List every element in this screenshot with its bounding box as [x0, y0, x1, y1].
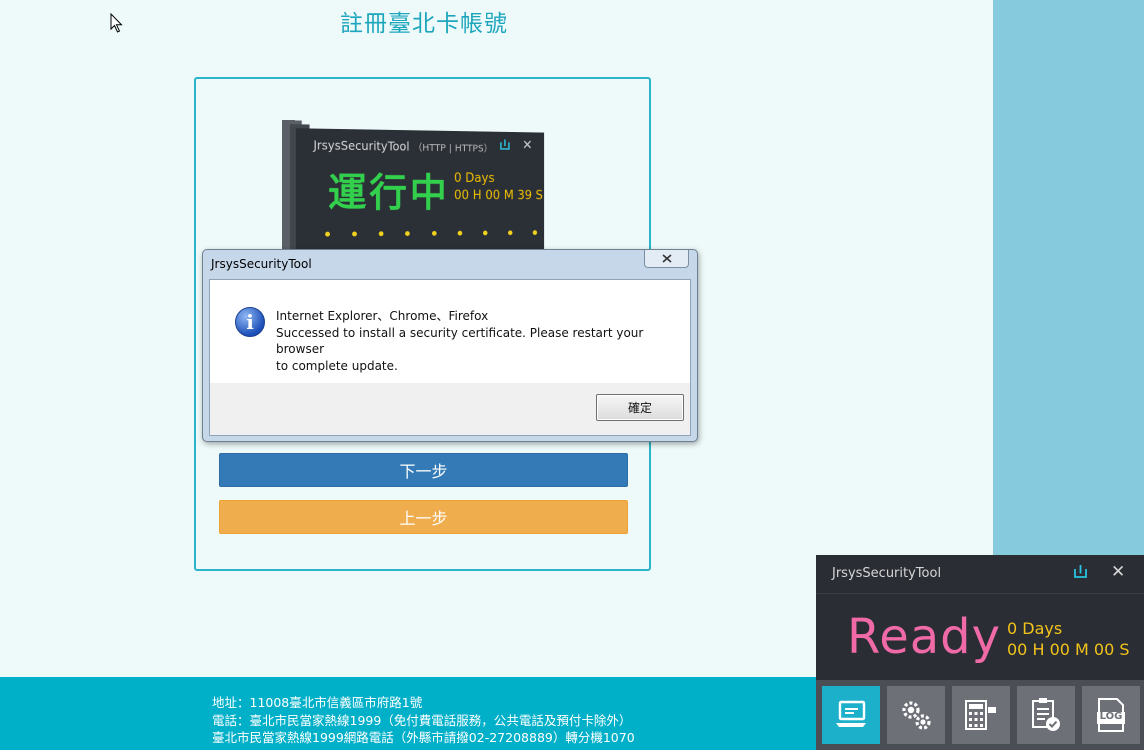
dialog-message-line: Successed to install a security certific… [276, 325, 644, 357]
security-tool-widget: JrsysSecurityTool ✕ Ready 0 Days 00 H 00… [816, 555, 1144, 750]
widget-divider [816, 593, 1144, 594]
widget-close-button[interactable]: ✕ [1111, 562, 1125, 582]
tool-preview-name: JrsysSecurityTool [313, 138, 410, 154]
dialog-message: Internet Explorer、Chrome、Firefox Success… [276, 308, 676, 374]
calculator-button[interactable] [952, 686, 1010, 744]
pin-icon[interactable] [1074, 565, 1087, 582]
monitor-icon [836, 700, 866, 727]
settings-button[interactable] [887, 686, 945, 744]
footer-phone: 電話：臺北市民當家熱線1999（免付費電話服務，公共電話及預付卡除外） [212, 712, 632, 728]
dialog-footer: 確定 [209, 383, 691, 436]
footer-contact: 地址：11008臺北市信義區市府路1號 電話：臺北市民當家熱線1999（免付費電… [212, 694, 635, 747]
checklist-button[interactable] [1017, 686, 1075, 744]
previous-step-button[interactable]: 上一步 [219, 500, 628, 534]
dialog-message-line: Internet Explorer、Chrome、Firefox [276, 309, 489, 323]
widget-status: Ready [847, 609, 1002, 665]
next-step-button[interactable]: 下一步 [219, 453, 628, 487]
tool-preview-dots [325, 230, 538, 237]
widget-days: 0 Days [1007, 619, 1063, 638]
tool-preview-status: 運行中 [328, 170, 450, 216]
footer-address: 地址：11008臺北市信義區市府路1號 [212, 695, 423, 710]
pin-icon [500, 139, 510, 152]
mouse-cursor-icon [110, 13, 123, 33]
info-icon: i [235, 307, 265, 337]
tool-preview-protocol: （HTTP | HTTPS） [413, 142, 493, 155]
log-label: LOG [1099, 711, 1123, 722]
ok-button[interactable]: 確定 [596, 394, 684, 421]
checklist-icon [1032, 698, 1060, 731]
dialog-close-button[interactable] [644, 250, 689, 268]
settings-icon [902, 701, 931, 730]
log-button[interactable]: LOG [1082, 686, 1140, 744]
dialog-body: i Internet Explorer、Chrome、Firefox Succe… [209, 279, 691, 383]
tool-preview-title: JrsysSecurityTool （HTTP | HTTPS） [313, 137, 492, 154]
page-title: 註冊臺北卡帳號 [340, 11, 508, 37]
dialog-title: JrsysSecurityTool [211, 257, 312, 271]
tool-preview-time: 00 H 00 M 39 S [454, 188, 543, 203]
calculator-icon [965, 700, 996, 730]
widget-time: 00 H 00 M 00 S [1007, 640, 1130, 659]
message-dialog: JrsysSecurityTool i Internet Explorer、Ch… [202, 249, 698, 442]
close-icon [661, 254, 672, 263]
widget-title: JrsysSecurityTool [832, 566, 942, 581]
tool-preview-days: 0 Days [454, 171, 495, 186]
widget-toolbar: LOG [816, 680, 1144, 750]
monitor-button[interactable] [822, 686, 880, 744]
dialog-message-line: to complete update. [276, 358, 398, 373]
footer-hotline: 臺北市民當家熱線1999網路電話（外縣市請撥02-27208889）轉分機107… [212, 730, 635, 745]
close-icon: ✕ [522, 137, 533, 154]
